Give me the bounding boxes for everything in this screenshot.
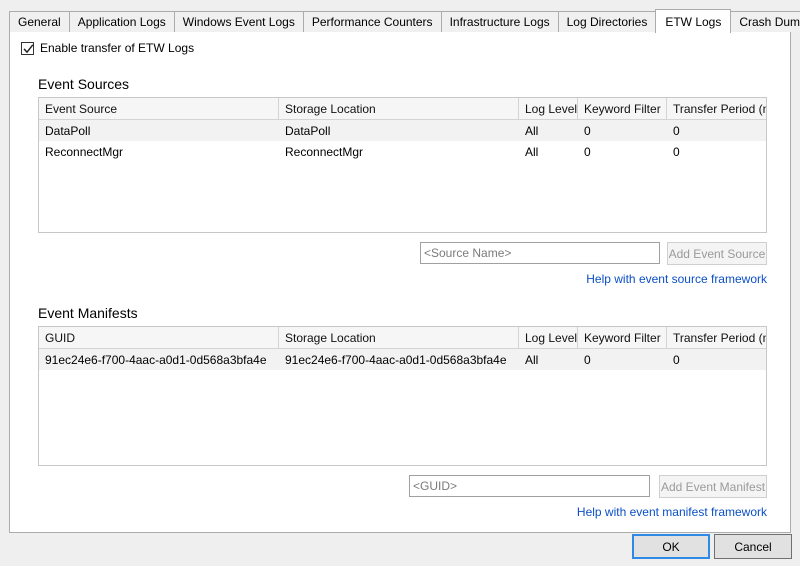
column-header-keyword-filter[interactable]: Keyword Filter [578, 327, 667, 348]
cell-keyword-filter: 0 [584, 144, 591, 159]
table-row[interactable]: DataPoll DataPoll All 0 0 [39, 120, 766, 141]
column-header-event-source[interactable]: Event Source [39, 98, 279, 119]
cancel-button[interactable]: Cancel [714, 534, 792, 559]
tab-windows-event-logs[interactable]: Windows Event Logs [173, 11, 304, 32]
etw-logs-dialog: General Application Logs Windows Event L… [0, 0, 800, 566]
grid-body: DataPoll DataPoll All 0 0 ReconnectMgr R… [39, 120, 766, 162]
tab-label: Application Logs [77, 15, 166, 29]
ok-button[interactable]: OK [632, 534, 710, 559]
column-header-storage-location[interactable]: Storage Location [279, 98, 519, 119]
grid-header-row: GUID Storage Location Log Level Keyword … [39, 327, 766, 349]
tab-performance-counters[interactable]: Performance Counters [302, 11, 442, 32]
tab-crash-dumps[interactable]: Crash Dumps [730, 11, 800, 32]
cell-event-source: DataPoll [45, 123, 91, 138]
tab-label: ETW Logs [665, 14, 722, 29]
tab-label: Infrastructure Logs [449, 15, 550, 29]
column-header-log-level[interactable]: Log Level [519, 98, 578, 119]
cell-event-source: ReconnectMgr [45, 144, 124, 159]
tab-label: General [18, 15, 61, 29]
grid-body: 91ec24e6-f700-4aac-a0d1-0d568a3bfa4e 91e… [39, 349, 766, 370]
column-header-log-level[interactable]: Log Level [519, 327, 578, 348]
column-header-guid[interactable]: GUID [39, 327, 279, 348]
table-row[interactable]: 91ec24e6-f700-4aac-a0d1-0d568a3bfa4e 91e… [39, 349, 766, 370]
table-row[interactable]: ReconnectMgr ReconnectMgr All 0 0 [39, 141, 766, 162]
cell-storage-location: ReconnectMgr [285, 144, 364, 159]
tab-label: Log Directories [566, 15, 648, 29]
add-event-source-button[interactable]: Add Event Source [667, 242, 767, 265]
column-header-storage-location[interactable]: Storage Location [279, 327, 519, 348]
column-header-keyword-filter[interactable]: Keyword Filter [578, 98, 667, 119]
enable-transfer-label: Enable transfer of ETW Logs [40, 41, 195, 55]
tab-etw-logs[interactable]: ETW Logs [655, 9, 732, 33]
tab-label: Windows Event Logs [182, 15, 295, 29]
tab-general[interactable]: General [9, 11, 70, 32]
tab-infrastructure-logs[interactable]: Infrastructure Logs [440, 11, 559, 32]
event-sources-grid[interactable]: Event Source Storage Location Log Level … [38, 97, 767, 233]
cell-keyword-filter: 0 [584, 123, 591, 138]
column-header-transfer-period[interactable]: Transfer Period (min) [667, 327, 766, 348]
tab-label: Performance Counters [311, 15, 433, 29]
add-event-manifest-button[interactable]: Add Event Manifest [659, 475, 767, 498]
enable-transfer-checkbox[interactable] [21, 41, 34, 55]
enable-transfer-row[interactable]: Enable transfer of ETW Logs [21, 41, 194, 55]
tab-strip: General Application Logs Windows Event L… [9, 9, 800, 33]
tab-application-logs[interactable]: Application Logs [68, 11, 175, 32]
cell-guid: 91ec24e6-f700-4aac-a0d1-0d568a3bfa4e [45, 352, 267, 367]
grid-header-row: Event Source Storage Location Log Level … [39, 98, 766, 120]
cell-transfer-period: 0 [673, 352, 680, 367]
cell-log-level: All [525, 144, 539, 159]
tab-content-panel: Enable transfer of ETW Logs Event Source… [9, 31, 791, 533]
event-manifest-help-link[interactable]: Help with event manifest framework [457, 505, 767, 519]
event-source-help-link[interactable]: Help with event source framework [467, 272, 767, 286]
cell-keyword-filter: 0 [584, 352, 591, 367]
cell-log-level: All [525, 123, 539, 138]
event-sources-heading: Event Sources [38, 76, 130, 92]
cell-storage-location: 91ec24e6-f700-4aac-a0d1-0d568a3bfa4e [285, 352, 507, 367]
cell-transfer-period: 0 [673, 144, 680, 159]
column-header-transfer-period[interactable]: Transfer Period (min) [667, 98, 766, 119]
cell-storage-location: DataPoll [285, 123, 331, 138]
guid-input[interactable]: <GUID> [409, 475, 650, 497]
event-manifests-heading: Event Manifests [38, 305, 138, 321]
cell-log-level: All [525, 352, 539, 367]
cell-transfer-period: 0 [673, 123, 680, 138]
tab-label: Crash Dumps [739, 15, 800, 29]
event-manifests-grid[interactable]: GUID Storage Location Log Level Keyword … [38, 326, 767, 466]
tab-log-directories[interactable]: Log Directories [557, 11, 657, 32]
source-name-input[interactable]: <Source Name> [420, 242, 660, 264]
